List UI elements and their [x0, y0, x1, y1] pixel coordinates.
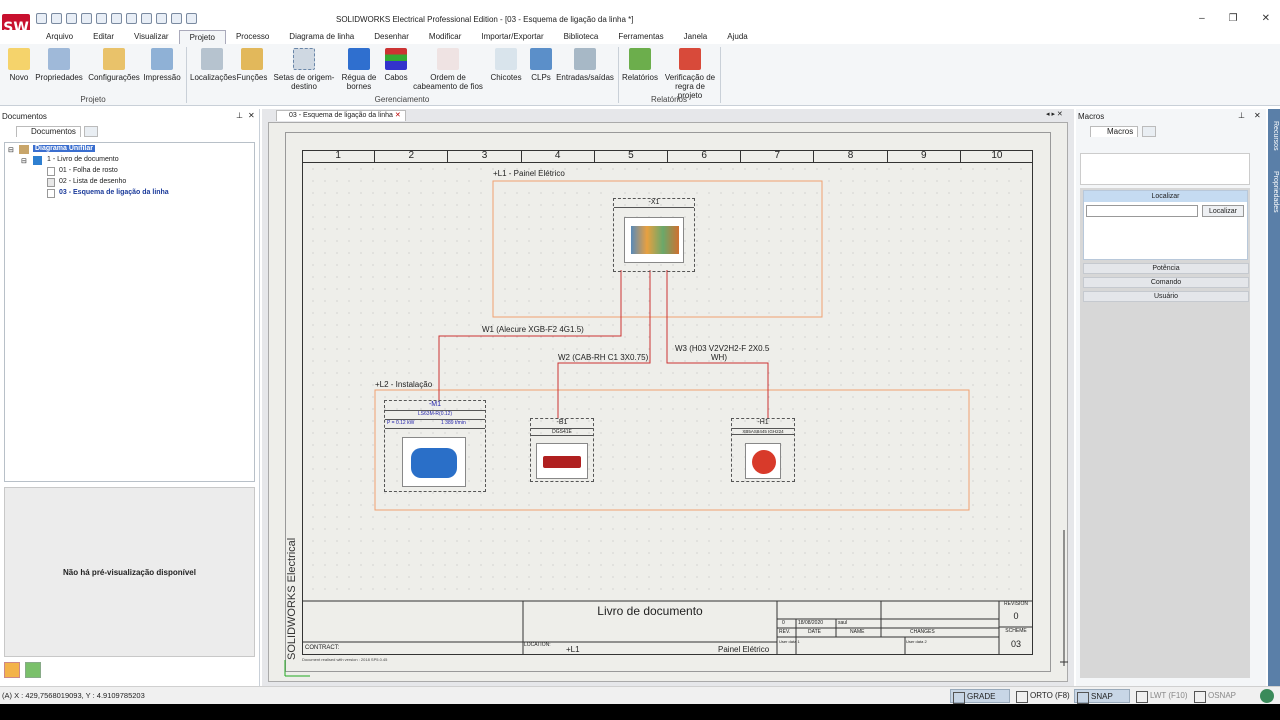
history-tab[interactable]	[1142, 126, 1156, 137]
terminal-block-image	[624, 217, 684, 263]
titleblock-footnote: Document realised with version : 2018 SP…	[302, 657, 388, 662]
grid-toggle[interactable]: GRADE (F7)	[950, 689, 1010, 715]
titleblock-header-date: DATE	[808, 629, 821, 635]
side-tab-resources[interactable]: Recursos	[1272, 121, 1279, 161]
titleblock-header-name: NAME	[850, 629, 865, 635]
close-panel-icon[interactable]: ✕	[1254, 111, 1261, 120]
coordinates-readout: (A) X : 429,7568019093, Y : 4.9109785203	[2, 691, 145, 700]
section-power[interactable]: Potência	[1083, 263, 1249, 274]
side-tab-strip: Recursos Propriedades	[1268, 109, 1280, 686]
component-m1-ref: LS63M-R(0.12)	[385, 410, 485, 417]
pin-icon[interactable]: ⊥	[1238, 111, 1245, 120]
status-bar: (A) X : 429,7568019093, Y : 4.9109785203…	[0, 686, 1280, 715]
motor-image	[402, 437, 466, 487]
cable-label-w3[interactable]: W3 (H03 V2V2H2-F 2X0.5	[675, 344, 769, 353]
titleblock-revision-label: REVISION	[1004, 601, 1028, 607]
component-m1-power: P = 0.12 kW	[387, 420, 415, 426]
titleblock-user2: User data 2	[906, 639, 927, 644]
component-h1[interactable]: -H1 XB5AS8445 IGH224	[731, 418, 795, 482]
snap-toggle[interactable]: SNAP (F9)	[1074, 689, 1130, 715]
lwt-toggle[interactable]: LWT (F10)	[1134, 689, 1188, 703]
bottom-black-bar	[0, 704, 1280, 720]
component-b1-ref: DGS41E	[531, 428, 593, 436]
titleblock-rev-value: 0	[782, 620, 785, 626]
component-m1[interactable]: -M1 LS63M-R(0.12) P = 0.12 kW 1 389 t/mi…	[384, 400, 486, 492]
titleblock-location-label: LOCATION:	[524, 642, 551, 648]
location-label-l2: +L2 - Instalação	[375, 380, 433, 389]
titleblock-book: Livro de documento	[597, 604, 703, 618]
titleblock-header-rev: REV.	[779, 629, 791, 635]
component-m1-tag: -M1	[428, 401, 442, 408]
pilot-light-image	[745, 443, 781, 479]
component-m1-speed: 1 389 t/min	[441, 420, 466, 426]
find-button[interactable]: Localizar	[1202, 205, 1244, 217]
component-h1-ref: XB5AS8445 IGH224	[732, 428, 794, 435]
titleblock-location-desc: Painel Elétrico	[718, 645, 770, 654]
titleblock-scheme-label: SCHEME	[1005, 628, 1027, 634]
component-h1-tag: -H1	[757, 419, 769, 426]
osnap-toggle[interactable]: OSNAP (F11)	[1192, 689, 1256, 714]
component-x1-tag: -X1	[648, 199, 660, 206]
section-user[interactable]: Usuário	[1083, 291, 1249, 302]
ortho-toggle[interactable]: ORTO (F8)	[1014, 689, 1070, 703]
titleblock-contract: CONTRACT:	[305, 645, 340, 651]
cable-label-w2[interactable]: W2 (CAB-RH C1 3X0.75)	[558, 353, 648, 362]
macros-panel-title: Macros	[1078, 112, 1105, 121]
component-x1[interactable]: -X1	[613, 198, 695, 272]
user-icon[interactable]	[1260, 689, 1274, 703]
find-section: Localizar Localizar	[1083, 190, 1248, 260]
find-section-header[interactable]: Localizar	[1084, 191, 1247, 202]
titleblock-revision: 0	[1013, 611, 1019, 621]
component-b1[interactable]: -B1 DGS41E	[530, 418, 594, 482]
section-command[interactable]: Comando	[1083, 277, 1249, 288]
titleblock-location: +L1	[566, 645, 580, 654]
component-b1-tag: -B1	[556, 419, 568, 426]
titleblock-header-changes: CHANGES	[910, 629, 935, 635]
cable-label-w3-continued: WH)	[711, 353, 727, 362]
titleblock-date-value: 18/08/2020	[798, 620, 824, 626]
side-tab-properties[interactable]: Propriedades	[1272, 171, 1279, 231]
titleblock-user1: User data 1	[779, 639, 800, 644]
location-label-l1: +L1 - Painel Elétrico	[493, 169, 565, 178]
switch-image	[536, 443, 588, 479]
macros-tab[interactable]: Macros	[1090, 126, 1139, 137]
find-input[interactable]	[1086, 205, 1198, 217]
macros-sections-area	[1080, 188, 1250, 678]
titleblock-scheme: 03	[1010, 639, 1021, 649]
cable-label-w1[interactable]: W1 (Alecure XGB-F2 4G1.5)	[482, 325, 584, 334]
titleblock-name-value: saul	[838, 620, 848, 626]
